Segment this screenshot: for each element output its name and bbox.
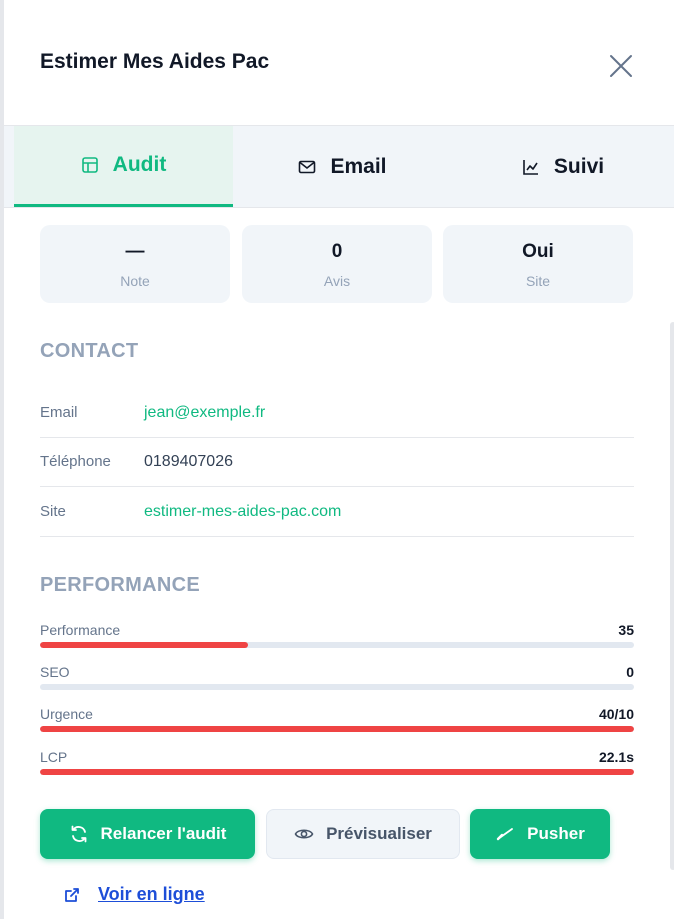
metric-value: 22.1s xyxy=(598,749,634,765)
tab-audit[interactable]: Audit xyxy=(14,126,233,207)
tab-suivi[interactable]: Suivi xyxy=(452,126,674,207)
preview-label: Prévisualiser xyxy=(326,824,432,843)
metric-value: 40/10 xyxy=(598,706,634,722)
contact-row-site: Site estimer-mes-aides-pac.com xyxy=(40,487,634,537)
view-online-label: Voir en ligne xyxy=(98,884,205,904)
mail-icon xyxy=(299,160,316,173)
stat-card-site: Oui Site xyxy=(443,225,633,303)
chart-line-icon xyxy=(523,159,538,175)
relaunch-audit-label: Relancer l'audit xyxy=(100,824,227,843)
stats-row: — Note 0 Avis Oui Site xyxy=(40,225,634,303)
stat-value: 0 xyxy=(331,241,343,262)
tab-bar: Audit Email Suivi xyxy=(4,126,674,208)
metric-label: Performance xyxy=(40,622,121,638)
contact-section-title: CONTACT xyxy=(40,340,139,362)
performance-section-title: PERFORMANCE xyxy=(40,574,200,596)
preview-button[interactable]: Prévisualiser xyxy=(266,809,460,859)
progress-fill xyxy=(40,726,634,732)
metric-label: SEO xyxy=(40,664,70,680)
push-label: Pusher xyxy=(527,824,585,843)
contact-row-phone: Téléphone 0189407026 xyxy=(40,437,634,487)
stat-card-avis: 0 Avis xyxy=(242,225,432,303)
progress-fill xyxy=(40,769,634,775)
site-link[interactable]: estimer-mes-aides-pac.com xyxy=(144,503,341,521)
metric-urgence: Urgence 40/10 xyxy=(40,706,634,742)
progress-track xyxy=(40,726,634,732)
metric-value: 0 xyxy=(626,664,634,680)
stat-label: Note xyxy=(120,273,150,289)
email-link[interactable]: jean@exemple.fr xyxy=(144,404,265,422)
scrollbar[interactable] xyxy=(670,322,674,870)
progress-track xyxy=(40,684,634,690)
rocket-icon xyxy=(496,828,514,841)
close-button[interactable] xyxy=(607,52,635,80)
refresh-icon xyxy=(71,825,86,843)
metric-label: LCP xyxy=(40,749,68,765)
tab-email[interactable]: Email xyxy=(233,126,452,207)
audit-panel: Estimer Mes Aides Pac Audit Email Suivi … xyxy=(4,0,674,919)
table-icon xyxy=(81,157,98,173)
progress-track xyxy=(40,642,634,648)
panel-title: Estimer Mes Aides Pac xyxy=(40,50,270,73)
phone-value: 0189407026 xyxy=(144,452,233,470)
stat-label: Avis xyxy=(323,273,351,289)
contact-label: Site xyxy=(40,503,66,520)
metric-label: Urgence xyxy=(40,706,93,722)
view-online-link[interactable]: Voir en ligne xyxy=(62,884,205,905)
tab-email-label: Email xyxy=(330,154,387,178)
tab-audit-label: Audit xyxy=(112,153,167,176)
contact-label: Email xyxy=(40,404,78,421)
progress-fill xyxy=(40,642,248,648)
stat-value: Oui xyxy=(522,241,554,262)
contact-label: Téléphone xyxy=(40,453,111,470)
eye-icon xyxy=(294,829,314,839)
metric-performance: Performance 35 xyxy=(40,622,634,658)
metric-seo: SEO 0 xyxy=(40,664,634,700)
metric-lcp: LCP 22.1s xyxy=(40,749,634,785)
stat-value: — xyxy=(125,241,145,262)
metric-value: 35 xyxy=(618,622,634,638)
stat-card-note: — Note xyxy=(40,225,230,303)
push-button[interactable]: Pusher xyxy=(470,809,610,859)
stat-label: Site xyxy=(525,273,551,289)
progress-track xyxy=(40,769,634,775)
close-icon xyxy=(610,55,632,77)
relaunch-audit-button[interactable]: Relancer l'audit xyxy=(40,809,255,859)
panel-header: Estimer Mes Aides Pac xyxy=(4,0,674,126)
contact-row-email: Email jean@exemple.fr xyxy=(40,388,634,438)
external-link-icon xyxy=(65,887,79,902)
tab-suivi-label: Suivi xyxy=(553,154,605,178)
